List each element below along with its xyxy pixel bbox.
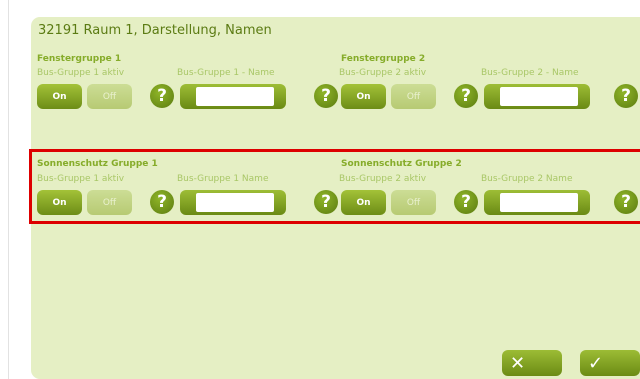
group-heading: Fenstergruppe 2: [341, 54, 426, 64]
question-icon[interactable]: ?: [454, 190, 478, 214]
group-heading: Sonnenschutz Gruppe 1: [37, 159, 158, 169]
group1-on-toggle[interactable]: On: [37, 84, 82, 109]
group-name-input[interactable]: [500, 87, 578, 106]
close-icon: ✕: [510, 352, 526, 374]
name-label: Bus-Gruppe 1 Name: [177, 174, 269, 184]
active-label: Bus-Gruppe 1 aktiv: [37, 174, 125, 184]
name-field-frame: [484, 84, 590, 109]
group-name-input[interactable]: [500, 193, 578, 212]
confirm-button[interactable]: ✓: [580, 350, 640, 376]
active-label: Bus-Gruppe 2 aktiv: [339, 174, 427, 184]
question-icon[interactable]: ?: [314, 84, 338, 108]
name-label: Bus-Gruppe 1 - Name: [177, 68, 275, 78]
name-label: Bus-Gruppe 2 - Name: [481, 68, 579, 78]
question-icon[interactable]: ?: [150, 84, 174, 108]
group1-off-toggle[interactable]: Off: [87, 84, 132, 109]
group2-off-toggle[interactable]: Off: [391, 84, 436, 109]
question-icon[interactable]: ?: [314, 190, 338, 214]
group2-on-toggle[interactable]: On: [341, 84, 386, 109]
group-heading: Sonnenschutz Gruppe 2: [341, 159, 462, 169]
active-label: Bus-Gruppe 2 aktiv: [339, 68, 427, 78]
cancel-button[interactable]: ✕: [502, 350, 562, 376]
panel-title: 32191 Raum 1, Darstellung, Namen: [38, 23, 272, 38]
check-icon: ✓: [588, 352, 604, 374]
name-field-frame: [484, 190, 590, 215]
group-heading: Fenstergruppe 1: [37, 54, 122, 64]
left-divider: [8, 0, 9, 379]
name-field-frame: [180, 190, 286, 215]
sunshade2-on-toggle[interactable]: On: [341, 190, 386, 215]
sunshade1-off-toggle[interactable]: Off: [87, 190, 132, 215]
question-icon[interactable]: ?: [454, 84, 478, 108]
name-field-frame: [180, 84, 286, 109]
name-label: Bus-Gruppe 2 Name: [481, 174, 573, 184]
sunshade1-on-toggle[interactable]: On: [37, 190, 82, 215]
question-icon[interactable]: ?: [614, 84, 638, 108]
sunshade2-off-toggle[interactable]: Off: [391, 190, 436, 215]
question-icon[interactable]: ?: [614, 190, 638, 214]
active-label: Bus-Gruppe 1 aktiv: [37, 68, 125, 78]
group-name-input[interactable]: [196, 87, 274, 106]
question-icon[interactable]: ?: [150, 190, 174, 214]
group-name-input[interactable]: [196, 193, 274, 212]
